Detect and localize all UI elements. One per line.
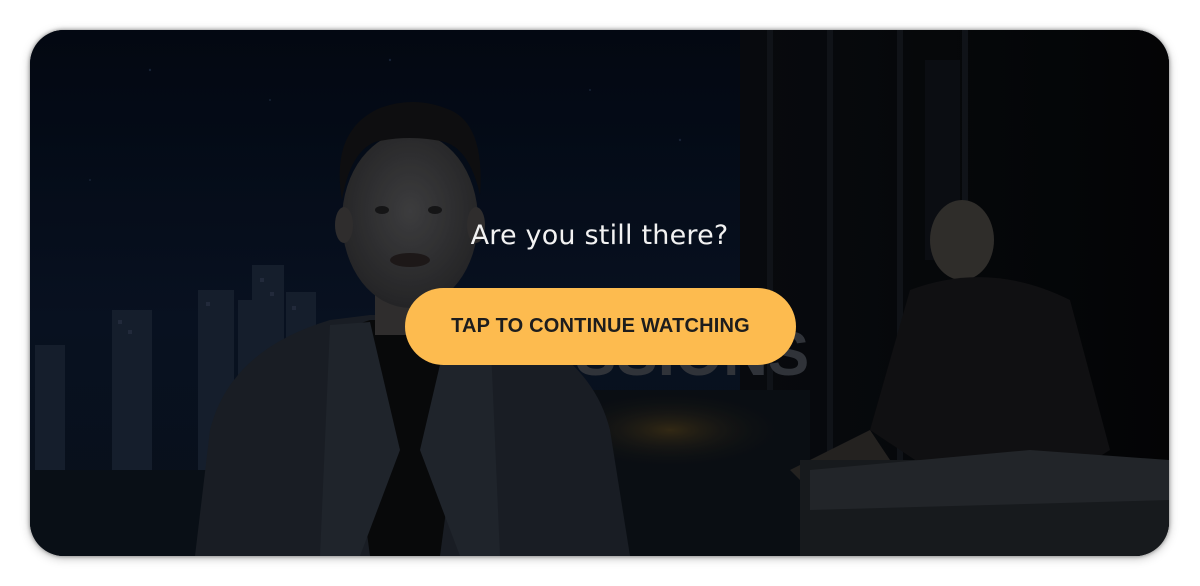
continue-watching-label: TAP TO CONTINUE WATCHING: [451, 315, 750, 337]
video-player[interactable]: SSIONS: [30, 30, 1169, 556]
still-watching-dialog: Are you still there? TAP TO CONTINUE WAT…: [30, 30, 1169, 556]
still-there-prompt: Are you still there?: [470, 220, 729, 251]
continue-watching-button[interactable]: TAP TO CONTINUE WATCHING: [405, 288, 796, 365]
